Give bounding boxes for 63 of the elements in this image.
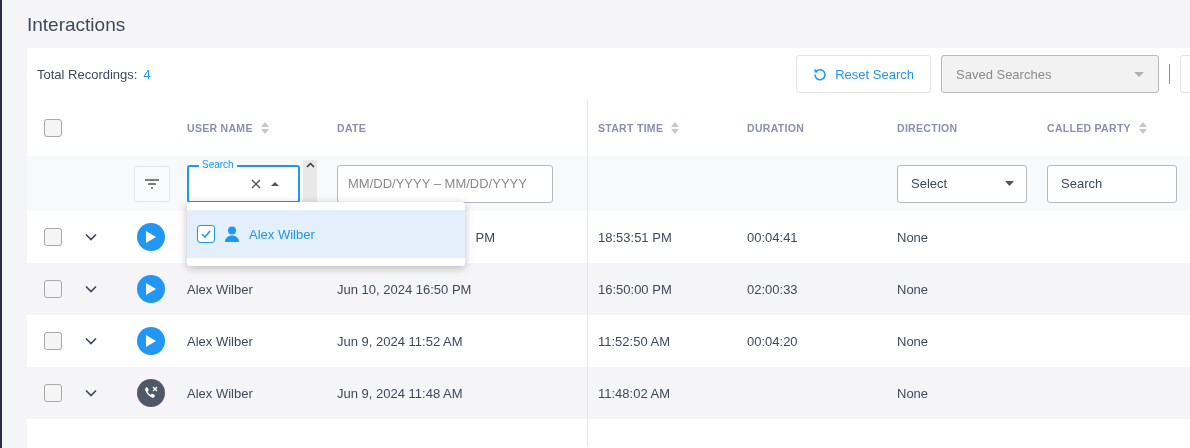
checkbox[interactable] — [44, 228, 62, 246]
checkbox[interactable] — [44, 384, 62, 402]
play-button[interactable] — [137, 223, 165, 251]
play-button[interactable] — [137, 275, 165, 303]
clear-icon[interactable] — [251, 178, 261, 189]
caret-icon — [1134, 71, 1144, 77]
checkbox[interactable] — [44, 332, 62, 350]
column-header: DURATION — [747, 122, 805, 134]
column-header[interactable]: CALLED PARTY — [1047, 122, 1131, 134]
play-icon — [145, 282, 157, 296]
chevron-down-icon[interactable] — [85, 285, 97, 293]
date-text: Jun 9, 2024 11:52 AM — [337, 333, 463, 349]
chevron-down-icon[interactable] — [85, 233, 97, 241]
user-name: Alex Wilber — [187, 385, 253, 401]
checkbox[interactable] — [44, 119, 62, 137]
chevron-down-icon[interactable] — [85, 337, 97, 345]
direction-select[interactable]: Select — [897, 164, 1027, 203]
date-range-field[interactable]: MM/DD/YYYY – MM/DD/YYYY — [337, 164, 553, 203]
direction: None — [897, 229, 929, 245]
column-header: DIRECTION — [897, 122, 958, 134]
play-icon — [145, 334, 157, 348]
chevron-down-icon[interactable] — [85, 389, 97, 397]
duration: 00:04:20 — [747, 333, 798, 349]
checkbox[interactable] — [44, 280, 62, 298]
check-icon — [200, 228, 212, 240]
duration: 00:04:41 — [747, 229, 798, 245]
called-party-field[interactable]: Search — [1047, 164, 1177, 203]
page-title: Interactions — [27, 14, 126, 36]
total-count: 4 — [143, 66, 151, 82]
column-header[interactable]: START TIME — [598, 122, 664, 134]
date-text: PM — [475, 229, 495, 245]
date-text: Jun 10, 2024 16:50 PM — [337, 281, 472, 297]
column-header[interactable]: USER NAME — [187, 122, 253, 134]
start-time: 18:53:51 PM — [598, 229, 672, 245]
checkbox[interactable] — [197, 225, 215, 243]
column-header: DATE — [337, 122, 366, 134]
filter-icon — [145, 178, 159, 189]
play-button[interactable] — [137, 327, 165, 355]
reset-icon — [813, 67, 828, 81]
user-icon — [225, 226, 239, 242]
missed-call-icon — [137, 379, 165, 407]
chevron-up-icon[interactable] — [305, 161, 315, 168]
user-name: Alex Wilber — [187, 281, 253, 297]
caret-icon[interactable] — [271, 181, 279, 186]
dropdown-option[interactable]: Alex Wilber — [187, 210, 465, 258]
date-text: Jun 9, 2024 11:48 AM — [337, 385, 463, 401]
start-time: 11:48:02 AM — [598, 385, 671, 401]
direction: None — [897, 281, 929, 297]
duration: 02:00:33 — [747, 281, 798, 297]
sort-icon[interactable] — [260, 122, 269, 134]
start-time: 11:52:50 AM — [598, 333, 671, 349]
sort-icon[interactable] — [671, 122, 680, 134]
filter-button[interactable] — [134, 165, 170, 202]
play-icon — [145, 230, 157, 244]
start-time: 16:50:00 PM — [598, 281, 672, 297]
caret-icon — [1005, 181, 1014, 186]
reset-search-button[interactable]: Reset Search — [796, 55, 931, 93]
field-label: Search — [199, 157, 237, 172]
direction: None — [897, 333, 929, 349]
user-name: Alex Wilber — [187, 333, 253, 349]
direction: None — [897, 385, 929, 401]
total-label: Total Recordings: — [37, 66, 138, 82]
sort-icon[interactable] — [1138, 122, 1147, 134]
